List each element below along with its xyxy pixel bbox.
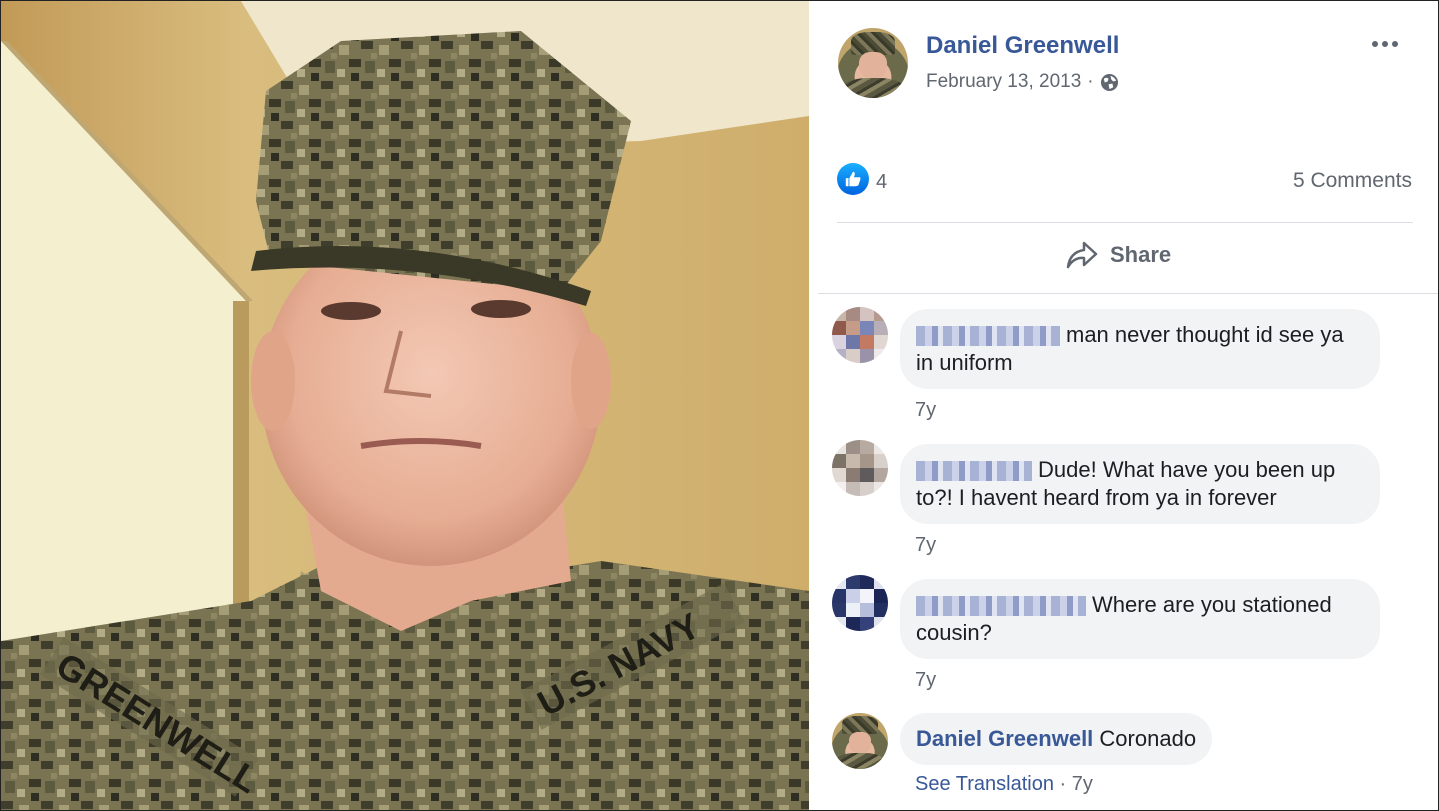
reply-meta: See Translation · 7y	[915, 773, 1093, 796]
post-frame: GREENWELL U.S. NAVY Daniel Greenwell Feb…	[0, 0, 1439, 811]
author-avatar[interactable]	[838, 28, 908, 98]
commenter-avatar[interactable]	[832, 440, 888, 496]
meta-separator: ·	[1059, 773, 1067, 795]
commenter-avatar[interactable]	[832, 713, 888, 769]
share-arrow-icon	[1066, 241, 1098, 269]
like-count[interactable]: 4	[876, 171, 887, 194]
post-details-panel: Daniel Greenwell February 13, 2013 · 4 5…	[810, 1, 1438, 810]
commenter-avatar[interactable]	[832, 575, 888, 631]
post-meta: February 13, 2013 ·	[926, 71, 1119, 93]
share-button[interactable]: Share	[1066, 241, 1171, 269]
more-options-icon[interactable]	[1370, 29, 1400, 59]
comment-time[interactable]: 7y	[1072, 773, 1093, 795]
comment-bubble: man never thought id see ya in uniform	[900, 309, 1380, 389]
comment-time[interactable]: 7y	[915, 534, 936, 557]
comment-bubble: Dude! What have you been up to?! I haven…	[900, 444, 1380, 524]
comment-text: Coronado	[1099, 726, 1197, 751]
redacted-name[interactable]	[916, 596, 1086, 617]
comment-time[interactable]: 7y	[915, 669, 936, 692]
divider	[837, 222, 1413, 223]
see-translation-link[interactable]: See Translation	[915, 773, 1054, 795]
post-date[interactable]: February 13, 2013	[926, 71, 1081, 93]
redacted-name[interactable]	[916, 326, 1060, 347]
photo-illustration: GREENWELL U.S. NAVY	[1, 1, 809, 810]
divider	[818, 293, 1438, 294]
thumbs-up-icon[interactable]	[837, 163, 869, 195]
author-name[interactable]: Daniel Greenwell	[926, 32, 1119, 60]
comments-count[interactable]: 5 Comments	[1293, 169, 1412, 193]
comment-bubble: Where are you stationed cousin?	[900, 579, 1380, 659]
meta-separator: ·	[1087, 71, 1094, 92]
post-photo[interactable]: GREENWELL U.S. NAVY	[1, 1, 809, 810]
share-label: Share	[1110, 242, 1172, 267]
redacted-name[interactable]	[916, 461, 1032, 482]
reply-author[interactable]: Daniel Greenwell	[916, 726, 1093, 751]
comment-bubble: Daniel Greenwell Coronado	[900, 713, 1213, 765]
commenter-avatar[interactable]	[832, 307, 888, 363]
globe-icon[interactable]	[1100, 73, 1119, 92]
comment-time[interactable]: 7y	[915, 399, 936, 422]
